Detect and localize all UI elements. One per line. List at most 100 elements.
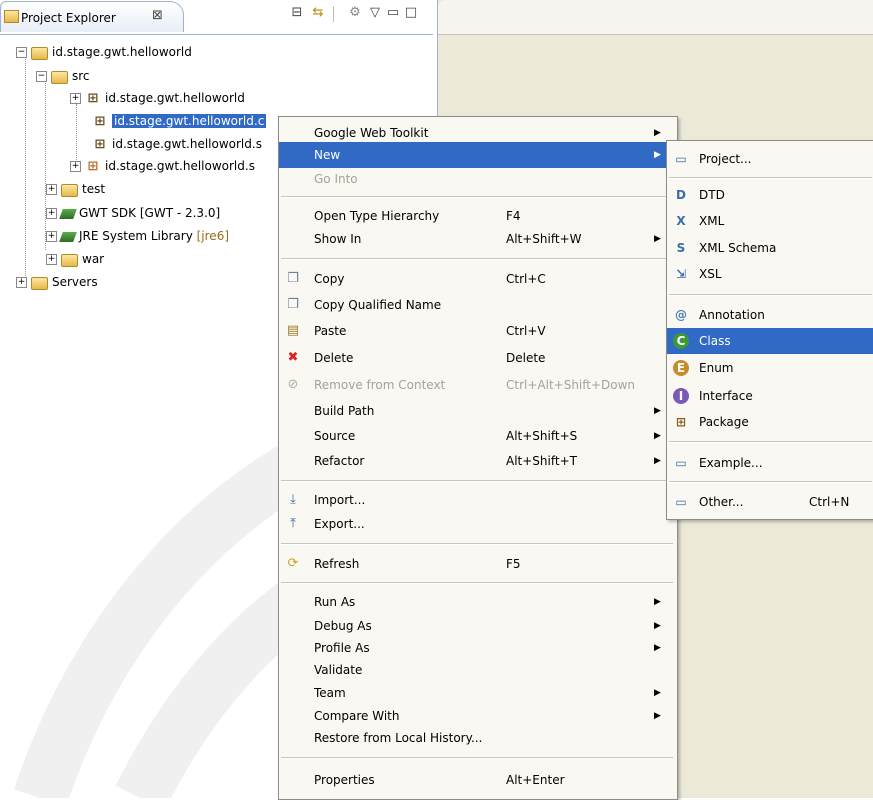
- shortcut-label: Alt+Shift+S: [506, 429, 578, 443]
- tree-item-gwt-sdk[interactable]: + GWT SDK [GWT - 2.3.0]: [46, 203, 220, 223]
- tree-item-test[interactable]: + test: [46, 179, 105, 199]
- menu-item-label: Refactor: [314, 454, 365, 468]
- menu-item-package[interactable]: ⊞ Package: [667, 409, 873, 435]
- tree-item-package[interactable]: ⊞ id.stage.gwt.helloworld.s: [92, 134, 262, 154]
- menu-separator: [669, 177, 872, 179]
- tree-item-label: id.stage.gwt.helloworld: [52, 45, 192, 59]
- expand-icon[interactable]: +: [16, 277, 27, 288]
- menu-item-show-in[interactable]: Show In Alt+Shift+W ▶: [279, 226, 675, 252]
- submenu-arrow-icon: ▶: [654, 597, 661, 607]
- filter-icon[interactable]: ⚙: [347, 5, 363, 21]
- close-icon[interactable]: ⊠: [152, 8, 163, 23]
- interface-icon: I: [673, 388, 689, 404]
- tree-item-src[interactable]: − src: [36, 66, 90, 86]
- menu-item-run-as[interactable]: Run As ▶: [279, 589, 675, 615]
- menu-item-remove-from-context[interactable]: ⊘ Remove from Context Ctrl+Alt+Shift+Down: [279, 372, 675, 398]
- tree-item-project[interactable]: − id.stage.gwt.helloworld: [16, 42, 192, 62]
- menu-item-label: Restore from Local History...: [314, 731, 483, 745]
- menu-item-dtd[interactable]: D DTD: [667, 182, 873, 208]
- menu-item-import[interactable]: ⤓ Import...: [279, 487, 675, 513]
- collapse-icon[interactable]: −: [36, 71, 47, 82]
- tree-item-package[interactable]: ⊞ id.stage.gwt.helloworld.c: [92, 111, 267, 131]
- menu-item-restore-from-local-history[interactable]: Restore from Local History...: [279, 725, 675, 751]
- delete-icon: ✖: [287, 350, 299, 365]
- menu-item-example[interactable]: ▭ Example...: [667, 450, 873, 476]
- menu-item-enum[interactable]: E Enum: [667, 355, 873, 381]
- shortcut-label: Alt+Shift+W: [506, 232, 582, 246]
- menu-item-go-into[interactable]: Go Into: [279, 166, 675, 192]
- menu-item-label: XSL: [699, 267, 722, 281]
- maximize-icon[interactable]: □: [403, 5, 419, 21]
- menu-item-source[interactable]: Source Alt+Shift+S ▶: [279, 423, 675, 449]
- menu-item-label: Source: [314, 429, 356, 443]
- minimize-icon[interactable]: ▭: [385, 5, 401, 21]
- menu-item-new[interactable]: New ▶: [279, 142, 675, 168]
- toolbar-separator: [333, 6, 334, 22]
- expand-icon[interactable]: +: [46, 184, 57, 195]
- menu-separator: [281, 480, 673, 482]
- tree-item-war[interactable]: + war: [46, 249, 104, 269]
- tree-item-package[interactable]: + ⊞ id.stage.gwt.helloworld: [70, 88, 245, 108]
- menu-item-label: Build Path: [314, 404, 375, 418]
- collapse-all-icon[interactable]: ⊟: [289, 5, 305, 21]
- tree-item-package[interactable]: + ⊞ id.stage.gwt.helloworld.s: [70, 156, 255, 176]
- expand-icon[interactable]: +: [70, 161, 81, 172]
- menu-item-xml-schema[interactable]: S XML Schema: [667, 235, 873, 261]
- menu-item-paste[interactable]: ▤ Paste Ctrl+V: [279, 318, 675, 344]
- tree-item-label: Servers: [52, 275, 98, 289]
- menu-separator: [281, 582, 673, 584]
- menu-item-label: Run As: [314, 595, 356, 609]
- tree-item-servers[interactable]: + Servers: [16, 272, 98, 292]
- menu-item-refresh[interactable]: ⟳ Refresh F5: [279, 551, 675, 577]
- menu-separator: [281, 757, 673, 759]
- menu-item-xml[interactable]: X XML: [667, 208, 873, 234]
- menu-item-label: Delete: [314, 351, 354, 365]
- expand-icon[interactable]: +: [70, 93, 81, 104]
- menu-item-project[interactable]: ▭ Project...: [667, 146, 873, 172]
- menu-item-xsl[interactable]: ⇲ XSL: [667, 261, 873, 287]
- shortcut-label: Ctrl+V: [506, 324, 546, 338]
- shortcut-label: Ctrl+Alt+Shift+Down: [506, 378, 636, 392]
- view-menu-icon[interactable]: ▽: [367, 5, 383, 21]
- expand-icon[interactable]: +: [46, 208, 57, 219]
- menu-item-label: Go Into: [314, 172, 358, 186]
- menu-item-annotation[interactable]: @ Annotation: [667, 302, 873, 328]
- collapse-icon[interactable]: −: [16, 47, 27, 58]
- xml-schema-icon: S: [676, 241, 686, 255]
- menu-item-label: Properties: [314, 773, 375, 787]
- tree-item-label: src: [72, 69, 90, 83]
- menu-item-build-path[interactable]: Build Path ▶: [279, 398, 675, 424]
- link-with-editor-icon[interactable]: ⇆: [310, 5, 326, 21]
- tree-guide: [76, 104, 77, 164]
- menu-item-label: Class: [699, 334, 731, 348]
- folder-icon: [31, 277, 48, 290]
- menu-item-delete[interactable]: ✖ Delete Delete: [279, 345, 675, 371]
- dtd-icon: D: [676, 188, 686, 202]
- expand-icon[interactable]: +: [46, 231, 57, 242]
- project-explorer-icon: [4, 10, 19, 23]
- shortcut-label: F5: [506, 557, 521, 571]
- library-icon: [59, 231, 77, 242]
- menu-item-label: XML Schema: [699, 241, 777, 255]
- menu-item-properties[interactable]: Properties Alt+Enter: [279, 767, 675, 793]
- copy-icon: ❐: [287, 271, 299, 286]
- menu-separator: [669, 441, 872, 443]
- menu-separator: [281, 196, 673, 198]
- menu-item-copy-qualified-name[interactable]: ❐ Copy Qualified Name: [279, 292, 675, 318]
- menu-item-copy[interactable]: ❐ Copy Ctrl+C: [279, 266, 675, 292]
- tree-item-jre[interactable]: + JRE System Library [jre6]: [46, 226, 229, 246]
- menu-item-class[interactable]: C Class: [667, 328, 873, 354]
- menu-item-interface[interactable]: I Interface: [667, 383, 873, 409]
- refresh-icon: ⟳: [287, 556, 299, 571]
- view-tab-bar: Project Explorer ⊠ ⊟ ⇆ ⚙ ▽ ▭ □: [0, 0, 433, 35]
- menu-item-refactor[interactable]: Refactor Alt+Shift+T ▶: [279, 448, 675, 474]
- tab-project-explorer[interactable]: Project Explorer ⊠: [0, 1, 184, 32]
- enum-icon: E: [673, 360, 689, 376]
- package-icon: ⊞: [87, 158, 99, 174]
- menu-item-export[interactable]: ⤒ Export...: [279, 511, 675, 537]
- expand-icon[interactable]: +: [46, 254, 57, 265]
- menu-item-label: Annotation: [699, 308, 765, 322]
- jre-version-tag: [jre6]: [196, 229, 230, 243]
- menu-item-label: XML: [699, 214, 725, 228]
- menu-item-other[interactable]: ▭ Other... Ctrl+N: [667, 489, 873, 515]
